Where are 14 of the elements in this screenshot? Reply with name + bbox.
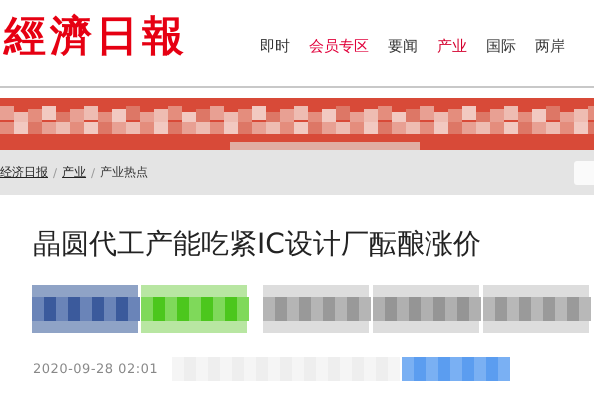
nav-link[interactable]: 要闻: [388, 37, 418, 57]
breadcrumb-link[interactable]: 经济日报: [0, 164, 48, 181]
nav-link[interactable]: 产业: [437, 37, 467, 57]
publish-date: 2020-09-28 02:01: [33, 362, 158, 376]
article-title: 晶圆代工产能吃紧IC设计厂酝酿涨价: [33, 226, 482, 262]
nav-link[interactable]: 即时: [260, 37, 290, 57]
nav-link[interactable]: 国际: [486, 37, 516, 57]
breadcrumb-separator: /: [91, 166, 96, 180]
logo[interactable]: 經濟日報: [0, 8, 244, 64]
nav-link[interactable]: 会员专区: [309, 37, 369, 57]
breadcrumb-link[interactable]: 产业: [62, 164, 86, 181]
nav-link[interactable]: 两岸: [535, 37, 565, 57]
breadcrumb-separator: /: [53, 166, 58, 180]
breadcrumb-current: 产业热点: [100, 164, 148, 181]
